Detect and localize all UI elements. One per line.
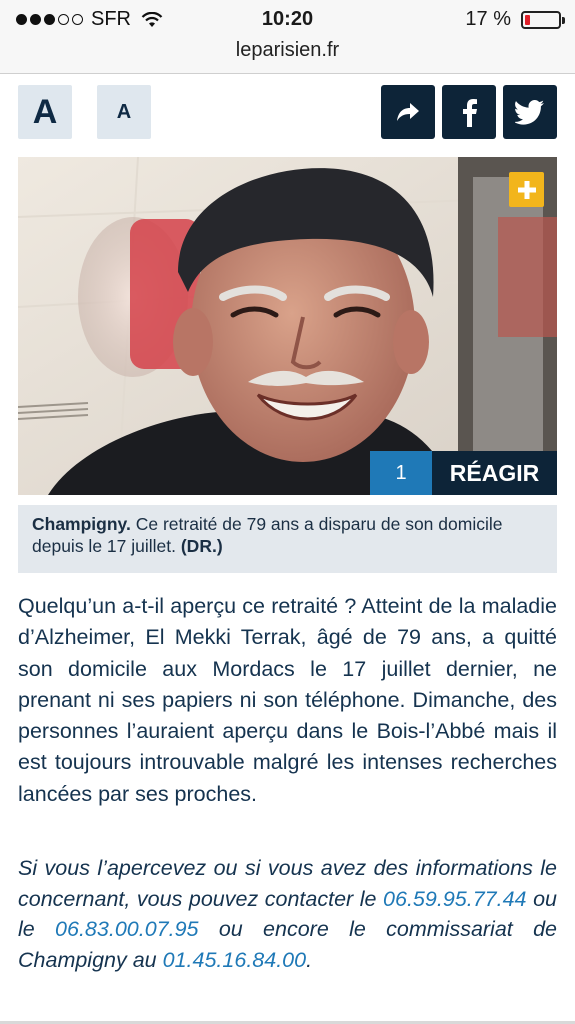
phone-link-3[interactable]: 01.45.16.84.00: [163, 948, 306, 972]
twitter-icon: [515, 99, 544, 125]
url-bar[interactable]: leparisien.fr: [0, 36, 575, 74]
caption-location: Champigny.: [32, 514, 131, 534]
battery-icon: [521, 10, 565, 29]
photo-caption: Champigny. Ce retraité de 79 ans a dispa…: [18, 505, 557, 573]
enlarge-photo-button[interactable]: [509, 172, 544, 207]
battery-percent: 17 %: [465, 8, 511, 30]
react-button[interactable]: 1 RÉAGIR: [370, 451, 557, 495]
twitter-share-button[interactable]: [503, 85, 557, 139]
react-label[interactable]: RÉAGIR: [432, 451, 557, 495]
plus-icon: [517, 180, 536, 199]
caption-credit: (DR.): [180, 536, 223, 556]
article-photo[interactable]: 1 RÉAGIR: [18, 157, 557, 495]
phone-link-2[interactable]: 06.83.00.07.95: [55, 917, 198, 941]
article-toolbar: A A: [0, 74, 575, 150]
phone-link-1[interactable]: 06.59.95.77.44: [383, 887, 526, 911]
font-increase-button[interactable]: A: [18, 85, 72, 139]
share-button[interactable]: [381, 85, 435, 139]
share-arrow-icon: [397, 103, 419, 121]
facebook-icon: [463, 99, 477, 127]
contact-end: .: [306, 947, 313, 972]
comments-count-badge[interactable]: 1: [370, 451, 432, 495]
battery-fill: [525, 14, 530, 25]
url-text: leparisien.fr: [235, 39, 340, 61]
portrait-image: [18, 157, 557, 495]
article-paragraph: Quelqu’un a-t-il aperçu ce retraité ? At…: [18, 594, 557, 806]
contact-paragraph: Si vous l’apercevez ou si vous avez des …: [18, 853, 557, 975]
font-decrease-button[interactable]: A: [97, 85, 151, 139]
status-bar: SFR 10:20 17 %: [0, 0, 575, 36]
facebook-share-button[interactable]: [442, 85, 496, 139]
status-right: 17 %: [465, 8, 565, 31]
